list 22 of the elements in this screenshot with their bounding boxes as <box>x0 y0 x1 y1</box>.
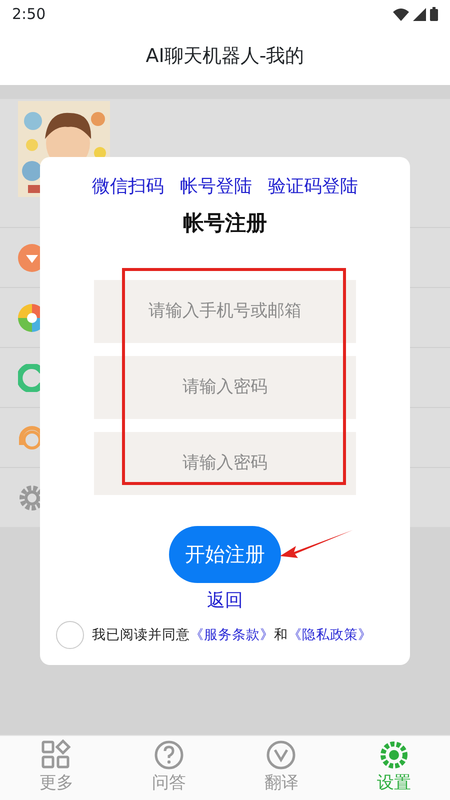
page-title: AI聊天机器人-我的 <box>146 44 304 70</box>
status-time: 2:50 <box>12 4 46 25</box>
register-button[interactable]: 开始注册 <box>169 526 281 582</box>
input-field[interactable]: 请输入密码 <box>94 356 356 418</box>
input-field[interactable]: 请输入手机号或邮箱 <box>94 280 356 342</box>
agree-checkbox[interactable] <box>56 621 84 649</box>
wifi-icon <box>393 8 409 20</box>
help-icon <box>152 739 185 772</box>
back-link[interactable]: 返回 <box>207 586 243 614</box>
login-tab[interactable]: 帐号登陆 <box>180 173 252 200</box>
login-tab[interactable]: 验证码登陆 <box>268 173 358 200</box>
policy-link[interactable]: 《隐私政策》 <box>288 626 372 643</box>
dialog-title: 帐号注册 <box>183 210 267 237</box>
translate-icon <box>265 739 298 772</box>
login-tab[interactable]: 微信扫码 <box>92 173 164 200</box>
settings-icon <box>378 739 410 772</box>
grid-icon <box>40 739 72 772</box>
policy-link[interactable]: 《服务条款》 <box>190 626 274 643</box>
signal-icon <box>413 8 426 20</box>
input-field[interactable]: 请输入密码 <box>94 432 356 494</box>
agreement-text: 我已阅读并同意《服务条款》和《隐私政策》 <box>92 626 372 645</box>
battery-icon <box>430 7 438 21</box>
